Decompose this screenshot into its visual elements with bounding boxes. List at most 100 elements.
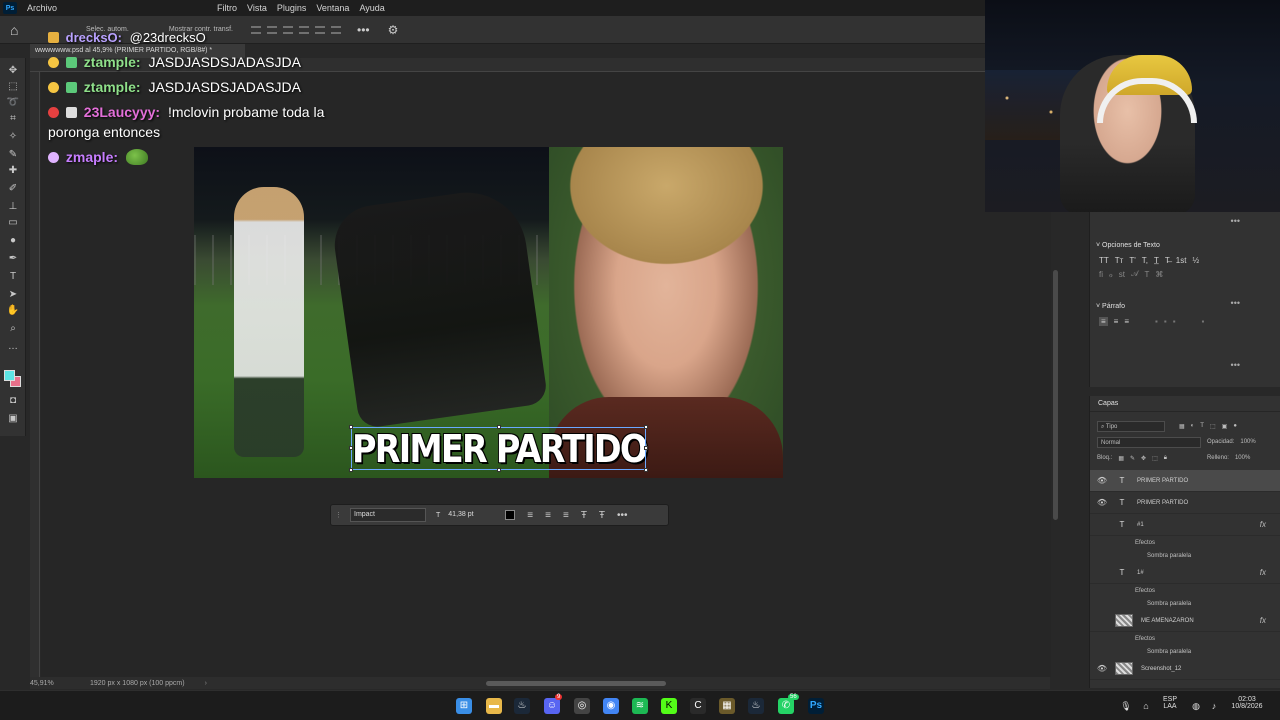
text-bounding-box[interactable] xyxy=(349,425,648,472)
filter-shape-icon[interactable]: ⬚ xyxy=(1210,423,1216,430)
more-tools-icon[interactable]: … xyxy=(5,340,21,354)
foreground-color-swatch[interactable] xyxy=(4,370,15,381)
paragraph-left-icon[interactable]: ≡ xyxy=(1099,316,1108,326)
eraser-tool-icon[interactable]: ▭ xyxy=(5,216,21,230)
lock-artboard-icon[interactable]: ⬚ xyxy=(1152,455,1158,462)
align-text-center-icon[interactable]: ≡ xyxy=(545,510,551,521)
lock-move-icon[interactable]: ✥ xyxy=(1141,455,1146,462)
document-canvas[interactable]: PRIMER PARTIDO xyxy=(194,147,783,478)
screen-mode-icon[interactable]: ▣ xyxy=(5,412,21,426)
menu-plugins[interactable]: Plugins xyxy=(272,3,312,13)
eyedropper-icon[interactable]: ✎ xyxy=(5,148,21,162)
crop-tool-icon[interactable]: ⌗ xyxy=(5,112,21,126)
ccleaner-icon[interactable]: C xyxy=(690,698,706,714)
ligature-icon[interactable]: fi xyxy=(1099,270,1103,279)
effect-item[interactable]: Sombra paralela xyxy=(1090,645,1280,658)
layer-row[interactable]: 👁︎ T PRIMER PARTIDO xyxy=(1090,492,1280,514)
filter-adjust-icon[interactable]: ◐ xyxy=(1191,423,1195,429)
layer-row[interactable]: T #1 fx xyxy=(1090,514,1280,536)
pen-tool-icon[interactable]: ✒ xyxy=(5,252,21,266)
layer-name[interactable]: #1 xyxy=(1137,522,1144,528)
more-options-icon[interactable]: ••• xyxy=(357,23,370,37)
language-indicator[interactable]: ESP LAA xyxy=(1160,691,1180,720)
chrome-icon[interactable]: ◉ xyxy=(603,698,619,714)
effect-item[interactable]: Sombra paralela xyxy=(1090,597,1280,610)
opacity-field[interactable]: 100% xyxy=(1240,439,1255,445)
lock-icon[interactable]: 🔒︎ xyxy=(1164,455,1167,462)
eye-icon[interactable]: 👁︎ xyxy=(1095,664,1109,673)
healing-brush-icon[interactable]: ✚ xyxy=(5,164,21,178)
menu-ayuda[interactable]: Ayuda xyxy=(354,3,389,13)
eye-icon[interactable]: 👁︎ xyxy=(1095,498,1109,507)
paragraph-center-icon[interactable]: ≡ xyxy=(1114,317,1119,326)
paragraph-header[interactable]: ˅ Párrafo xyxy=(1090,299,1280,314)
blend-mode-select[interactable]: Normal xyxy=(1097,436,1201,448)
whatsapp-icon[interactable]: ✆ xyxy=(778,698,794,714)
effects-row[interactable]: Efectos xyxy=(1090,536,1280,549)
lock-transparent-icon[interactable]: ▦ xyxy=(1118,455,1124,462)
effects-row[interactable]: Efectos xyxy=(1090,584,1280,597)
fx-icon[interactable]: fx xyxy=(1260,520,1266,529)
text-color-swatch[interactable] xyxy=(505,510,516,520)
type-tool-icon[interactable]: T xyxy=(5,270,21,284)
fx-icon[interactable]: fx xyxy=(1260,568,1266,577)
magic-wand-icon[interactable]: ✧ xyxy=(5,130,21,144)
hand-tool-icon[interactable]: ✋ xyxy=(5,304,21,318)
spotify-icon[interactable]: ≋ xyxy=(632,698,648,714)
lasso-tool-icon[interactable]: ➰ xyxy=(5,96,21,110)
discretionary-icon[interactable]: st xyxy=(1119,270,1125,279)
small-caps-icon[interactable]: Tт xyxy=(1115,256,1124,265)
home-icon[interactable]: ⌂ xyxy=(10,22,26,38)
titling-icon[interactable]: T xyxy=(1145,270,1150,279)
marquee-tool-icon[interactable]: ⬚ xyxy=(5,80,21,94)
drag-handle-icon[interactable]: ⋮ xyxy=(335,511,342,519)
volume-icon[interactable]: ♪ xyxy=(1208,691,1220,720)
clock[interactable]: 02:03 10/8/2026 xyxy=(1222,691,1272,720)
file-explorer-icon[interactable]: ▬ xyxy=(486,698,502,714)
quick-mask-icon[interactable]: ◘ xyxy=(5,394,21,408)
obs-icon[interactable]: ◎ xyxy=(574,698,590,714)
filter-toggle-icon[interactable]: ● xyxy=(1233,423,1237,429)
menu-filtro[interactable]: Filtro xyxy=(212,3,242,13)
ordinals-icon[interactable]: 1st xyxy=(1176,256,1187,265)
path-select-icon[interactable]: ➤ xyxy=(5,288,21,302)
menu-archivo[interactable]: Archivo xyxy=(22,3,62,13)
justify-all-icon[interactable]: ▪ xyxy=(1202,317,1205,326)
effects-row[interactable]: Efectos xyxy=(1090,632,1280,645)
text-properties-icon[interactable]: Ŧ xyxy=(599,510,605,521)
horizontal-scrollbar[interactable] xyxy=(486,681,666,686)
swash-icon[interactable]: 𝒜 xyxy=(1131,269,1139,279)
superscript-icon[interactable]: T' xyxy=(1129,256,1135,265)
underline-icon[interactable]: T̲ xyxy=(1154,256,1159,265)
filter-smart-icon[interactable]: ▣ xyxy=(1222,423,1228,430)
layer-filter-select[interactable]: ⌕ Tipo xyxy=(1097,420,1165,432)
font-size-field[interactable]: 41,38 pt xyxy=(448,508,503,522)
strikethrough-icon[interactable]: T̶ xyxy=(1165,256,1170,265)
filter-type-icon[interactable]: T xyxy=(1200,423,1204,429)
layers-tab[interactable]: Capas xyxy=(1090,396,1280,412)
all-caps-icon[interactable]: TT xyxy=(1099,256,1109,265)
alternate-icon[interactable]: ℴ xyxy=(1109,270,1113,279)
paragraph-right-icon[interactable]: ≡ xyxy=(1124,317,1129,326)
vertical-scrollbar[interactable] xyxy=(1053,270,1058,520)
menu-ventana[interactable]: Ventana xyxy=(311,3,354,13)
layer-name[interactable]: PRIMER PARTIDO xyxy=(1137,500,1188,506)
font-family-select[interactable]: Impact xyxy=(350,508,426,522)
brush-tool-icon[interactable]: ✐ xyxy=(5,182,21,196)
effect-item[interactable]: Sombra paralela xyxy=(1090,549,1280,562)
photoshop-taskbar-icon[interactable]: Ps xyxy=(808,698,824,714)
zoom-level[interactable]: 45,91% xyxy=(30,680,85,687)
justify-center-icon[interactable]: ▪ xyxy=(1164,317,1167,326)
kick-icon[interactable]: K xyxy=(661,698,677,714)
fill-field[interactable]: 100% xyxy=(1235,455,1250,461)
more-options-icon[interactable]: ••• xyxy=(617,510,628,521)
layer-row[interactable]: T 1# fx xyxy=(1090,562,1280,584)
layer-name[interactable]: ME AMENAZARON xyxy=(1141,618,1194,624)
text-options-header[interactable]: ˅ Opciones de Texto xyxy=(1090,238,1280,253)
gear-icon[interactable]: ⚙ xyxy=(388,23,399,37)
justify-right-icon[interactable]: ▪ xyxy=(1173,317,1176,326)
globe-icon[interactable]: ◍ xyxy=(1190,691,1202,720)
fractions-icon[interactable]: ½ xyxy=(1192,256,1199,265)
steam-icon[interactable]: ♨ xyxy=(514,698,530,714)
filter-pixel-icon[interactable]: ▦ xyxy=(1179,423,1185,430)
